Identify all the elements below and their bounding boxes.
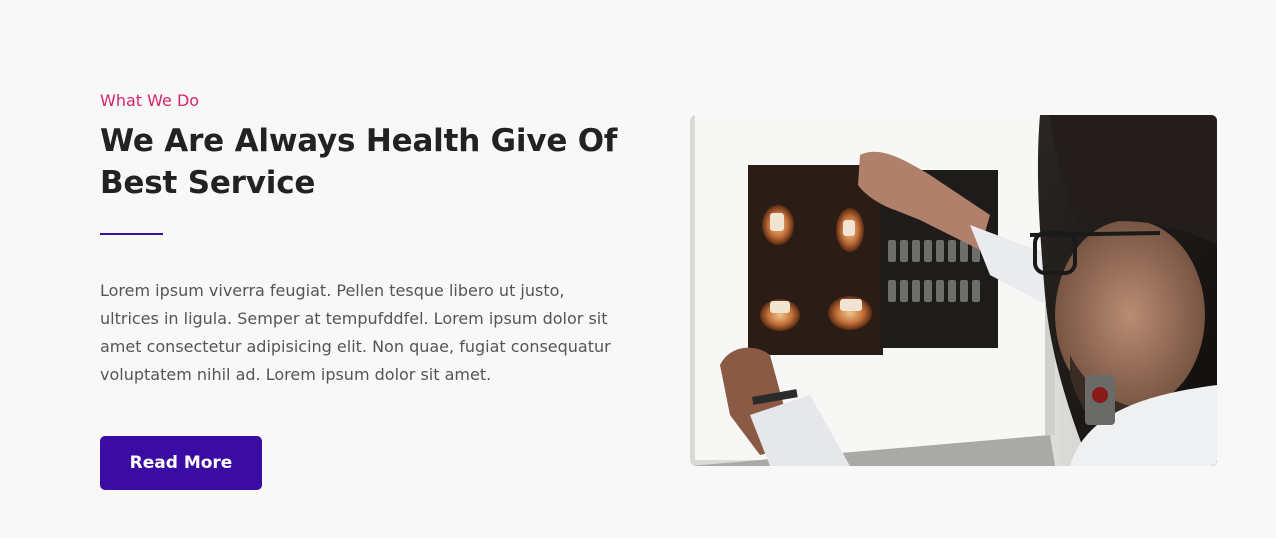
heading-divider xyxy=(100,233,163,235)
section-description: Lorem ipsum viverra feugiat. Pellen tesq… xyxy=(100,281,611,384)
read-more-button[interactable]: Read More xyxy=(100,436,262,490)
section-eyebrow: What We Do xyxy=(100,91,200,110)
section-heading: We Are Always Health Give Of Best Servic… xyxy=(100,123,618,201)
doctor-examining-dental-xray-icon xyxy=(690,115,1217,466)
about-text-column: What We Do We Are Always Health Give Of … xyxy=(100,88,620,384)
what-we-do-section: What We Do We Are Always Health Give Of … xyxy=(0,0,1276,538)
doctor-xray-photo xyxy=(690,115,1217,466)
